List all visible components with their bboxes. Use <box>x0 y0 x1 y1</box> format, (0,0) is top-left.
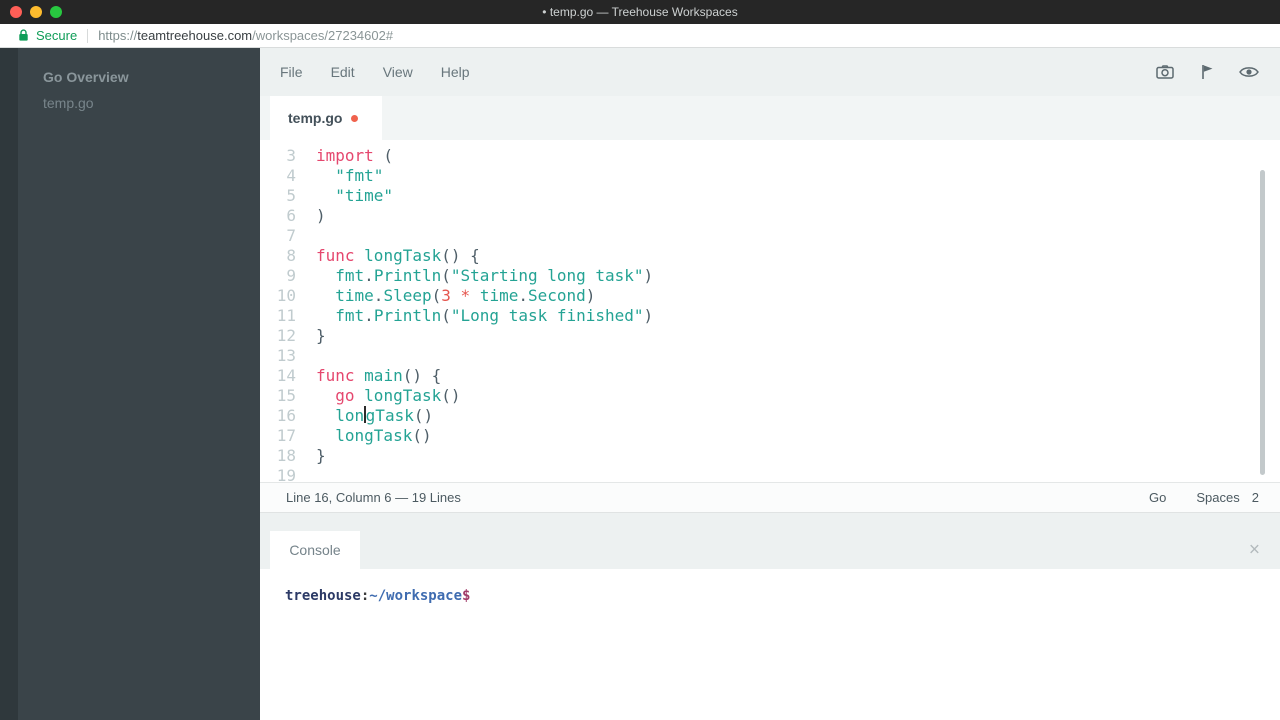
code-line[interactable]: 19 <box>260 466 1280 482</box>
editor-tabstrip: temp.go <box>260 96 1280 140</box>
tab-console[interactable]: Console <box>270 531 360 569</box>
menu-item-file[interactable]: File <box>280 64 303 80</box>
code-line[interactable]: 6) <box>260 206 1280 226</box>
line-number: 5 <box>260 186 296 206</box>
code-line[interactable]: 11 fmt.Println("Long task finished") <box>260 306 1280 326</box>
screen: • temp.go — Treehouse Workspaces Secure … <box>0 0 1280 720</box>
close-button[interactable] <box>10 6 22 18</box>
code-line[interactable]: 15 go longTask() <box>260 386 1280 406</box>
workspace-main: File Edit View Help <box>260 48 1280 720</box>
code-text: func main() { <box>316 366 441 386</box>
line-number: 19 <box>260 466 296 482</box>
status-indent-value: 2 <box>1252 490 1259 505</box>
code-text: func longTask() { <box>316 246 480 266</box>
window-title: • temp.go — Treehouse Workspaces <box>0 5 1280 19</box>
line-number: 3 <box>260 146 296 166</box>
traffic-lights <box>10 6 62 18</box>
code-line[interactable]: 12} <box>260 326 1280 346</box>
status-bar: Line 16, Column 6 — 19 Lines Go Spaces 2 <box>260 482 1280 513</box>
line-number: 13 <box>260 346 296 366</box>
line-number: 11 <box>260 306 296 326</box>
menu-item-help[interactable]: Help <box>441 64 470 80</box>
tab-label: temp.go <box>288 110 342 126</box>
secure-label[interactable]: Secure <box>36 28 77 43</box>
flag-icon[interactable] <box>1196 61 1218 83</box>
url-domain: teamtreehouse.com <box>137 28 252 43</box>
content: Go Overview temp.go File Edit View Help <box>0 48 1280 720</box>
console-tabstrip: Console × <box>260 531 1280 569</box>
sidebar-item-temp-go[interactable]: temp.go <box>18 90 260 116</box>
terminal[interactable]: treehouse:~/workspace$ <box>260 569 1280 720</box>
code-line[interactable]: 10 time.Sleep(3 * time.Second) <box>260 286 1280 306</box>
code-line[interactable]: 4 "fmt" <box>260 166 1280 186</box>
menubar-icons <box>1154 61 1260 83</box>
code-line[interactable]: 14 func main() { <box>260 366 1280 386</box>
line-number: 16 <box>260 406 296 426</box>
camera-icon[interactable] <box>1154 61 1176 83</box>
code-line[interactable]: 13 <box>260 346 1280 366</box>
menu-item-view[interactable]: View <box>383 64 413 80</box>
file-sidebar: Go Overview temp.go <box>0 48 260 720</box>
editor-scrollbar-thumb[interactable] <box>1260 170 1265 475</box>
code-line[interactable]: 5 "time" <box>260 186 1280 206</box>
close-console-icon[interactable]: × <box>1249 541 1260 560</box>
code-text: "time" <box>316 186 393 206</box>
code-text: } <box>316 446 326 466</box>
code-text: fmt.Println("Starting long task") <box>316 266 653 286</box>
line-number: 6 <box>260 206 296 226</box>
code-text: } <box>316 326 326 346</box>
prompt-user: treehouse <box>285 588 361 604</box>
sidebar-item-go-overview[interactable]: Go Overview <box>18 64 260 90</box>
line-number: 14 <box>260 366 296 386</box>
sidebar-file-list: Go Overview temp.go <box>18 48 260 720</box>
code-text: ) <box>316 206 326 226</box>
zoom-button[interactable] <box>50 6 62 18</box>
code-line[interactable]: 7 <box>260 226 1280 246</box>
sidebar-edge-strip <box>0 48 18 720</box>
code-text: fmt.Println("Long task finished") <box>316 306 653 326</box>
code-lines: 3import (4 "fmt"5 "time"6)78func longTas… <box>260 146 1280 482</box>
status-indent-label: Spaces <box>1196 490 1239 505</box>
line-number: 4 <box>260 166 296 186</box>
eye-icon[interactable] <box>1238 61 1260 83</box>
code-editor[interactable]: 3import (4 "fmt"5 "time"6)78func longTas… <box>260 140 1280 482</box>
code-text: go longTask() <box>316 386 461 406</box>
line-number: 18 <box>260 446 296 466</box>
window-titlebar: • temp.go — Treehouse Workspaces <box>0 0 1280 24</box>
code-text: time.Sleep(3 * time.Second) <box>316 286 595 306</box>
menubar: File Edit View Help <box>260 48 1280 96</box>
line-number: 8 <box>260 246 296 266</box>
lock-icon[interactable] <box>18 29 30 43</box>
unsaved-dot-icon <box>351 115 358 122</box>
code-line[interactable]: 17 longTask() <box>260 426 1280 446</box>
code-line[interactable]: 8 func longTask() { <box>260 246 1280 266</box>
prompt-path: ~/workspace <box>369 588 462 604</box>
status-indent-setting[interactable]: Spaces 2 <box>1196 490 1259 505</box>
line-number: 7 <box>260 226 296 246</box>
code-line[interactable]: 18} <box>260 446 1280 466</box>
line-number: 10 <box>260 286 296 306</box>
tab-temp-go[interactable]: temp.go <box>270 96 382 140</box>
code-text: import ( <box>316 146 393 166</box>
code-line[interactable]: 16 longTask() <box>260 406 1280 426</box>
minimize-button[interactable] <box>30 6 42 18</box>
code-line[interactable]: 3 import ( <box>260 146 1280 166</box>
line-number: 15 <box>260 386 296 406</box>
code-text: "fmt" <box>316 166 383 186</box>
line-number: 9 <box>260 266 296 286</box>
prompt-dollar: $ <box>462 588 470 604</box>
url-divider <box>87 29 88 43</box>
code-line[interactable]: 9 fmt.Println("Starting long task") <box>260 266 1280 286</box>
line-number: 12 <box>260 326 296 346</box>
line-number: 17 <box>260 426 296 446</box>
url-scheme: https:// <box>98 28 137 43</box>
menu-item-edit[interactable]: Edit <box>331 64 355 80</box>
status-cursor-position: Line 16, Column 6 — 19 Lines <box>286 490 1149 505</box>
code-text: longTask() <box>316 406 433 426</box>
browser-address-bar[interactable]: Secure https://teamtreehouse.com/workspa… <box>0 24 1280 48</box>
url-path: /workspaces/27234602# <box>252 28 393 43</box>
status-language-mode[interactable]: Go <box>1149 490 1166 505</box>
code-text: longTask() <box>316 426 432 446</box>
